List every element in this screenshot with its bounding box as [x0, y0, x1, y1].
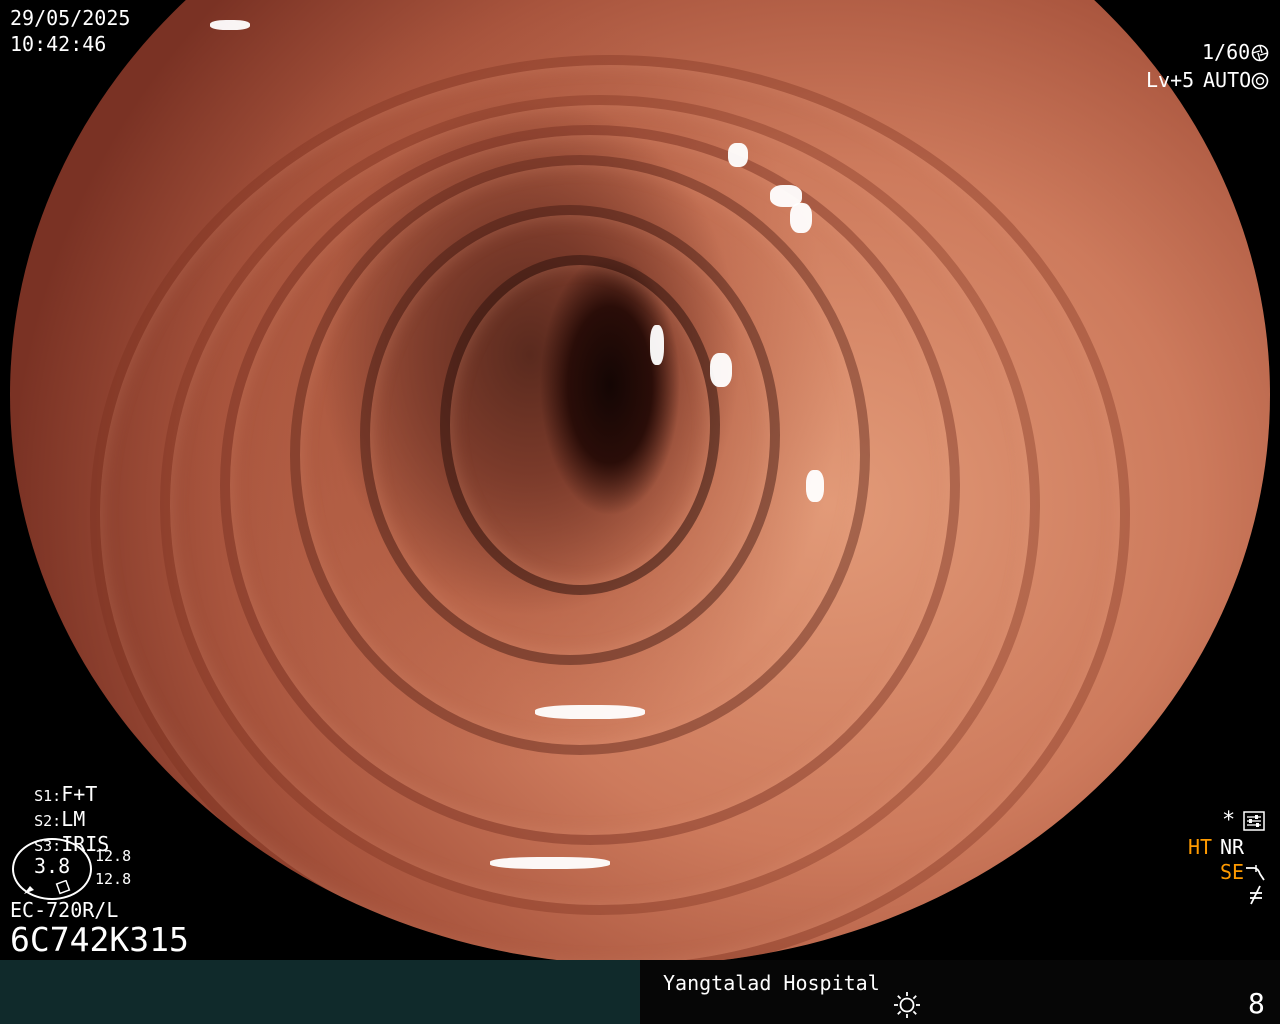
gauge-side-top: 12.8: [95, 847, 132, 865]
specular-highlight: [710, 353, 732, 387]
star-text: *: [1222, 808, 1236, 833]
se-indicator: SE: [1220, 860, 1245, 884]
aperture-icon: [1251, 44, 1269, 66]
time-text: 10:42:46: [10, 32, 107, 56]
iris-icon: [1251, 72, 1269, 94]
iris-mode-text: AUTO: [1203, 68, 1252, 92]
gauge-side-bottom: 12.8: [95, 870, 132, 888]
sun-icon: [892, 990, 922, 1024]
specular-highlight: [728, 143, 748, 167]
specular-highlight: [535, 705, 645, 719]
specular-highlight: [1090, 835, 1114, 855]
nr-indicator: NR: [1220, 835, 1245, 859]
specular-highlight: [490, 857, 610, 869]
endoscopic-image: [10, 0, 1270, 965]
shutter-text: 1/60: [1202, 40, 1251, 64]
date-text: 29/05/2025: [10, 6, 131, 30]
hospital-name: Yangtalad Hospital: [663, 971, 880, 995]
specular-highlight: [806, 470, 824, 502]
bottom-bar-left: [0, 960, 640, 1024]
specular-highlight: [210, 20, 250, 30]
slash-f-icon: [1246, 884, 1266, 910]
level-text: Lv+5: [1146, 68, 1195, 92]
image-number: 8: [1248, 987, 1265, 1020]
settings-icon: [1243, 811, 1265, 835]
scope-serial: 6C742K315: [10, 920, 189, 959]
gauge-value: 3.8: [34, 854, 71, 878]
mucosal-fold: [440, 255, 720, 595]
specular-highlight: [650, 325, 664, 365]
curve-icon: [1244, 862, 1268, 886]
ht-indicator: HT: [1188, 835, 1213, 859]
specular-highlight: [790, 203, 812, 233]
